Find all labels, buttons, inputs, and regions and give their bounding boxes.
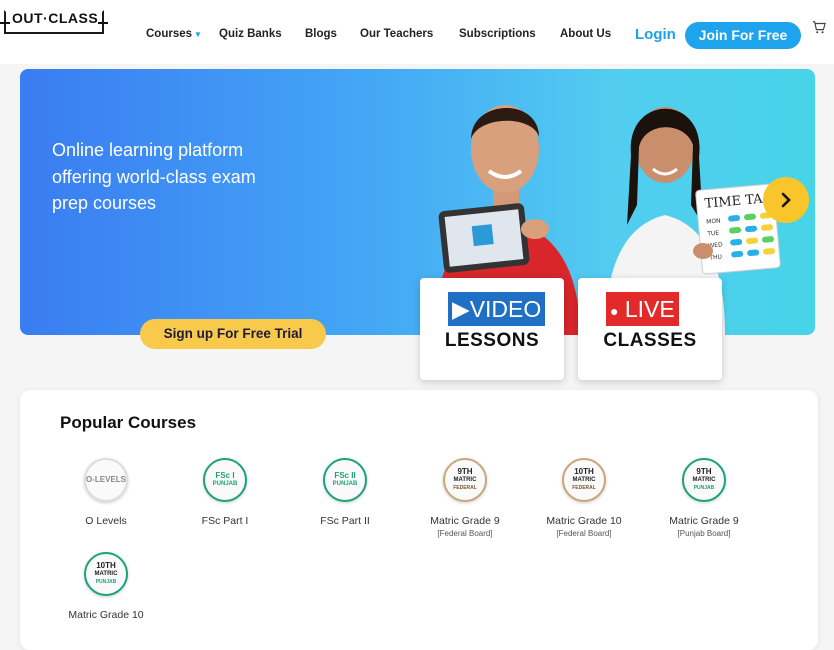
video-lessons-card[interactable]: ▶VIDEO LESSONS — [420, 278, 564, 380]
timetable-day-mon: MON — [706, 217, 721, 225]
cart-icon[interactable] — [812, 20, 826, 34]
matric-9-punjab-badge-icon: 9TH MATRIC PUNJAB — [682, 458, 726, 502]
course-o-levels[interactable]: O-LEVELS O Levels — [46, 458, 166, 527]
join-for-free-button[interactable]: Join For Free — [685, 22, 801, 49]
course-matric-10-federal[interactable]: 10TH MATRIC FEDERAL Matric Grade 10 [Fed… — [524, 458, 644, 538]
nav-our-teachers[interactable]: Our Teachers — [360, 28, 433, 40]
course-matric-9-federal[interactable]: 9TH MATRIC FEDERAL Matric Grade 9 [Feder… — [405, 458, 525, 538]
live-label: ● LIVE — [606, 292, 679, 326]
chevron-right-icon — [781, 192, 791, 208]
nav-blogs[interactable]: Blogs — [305, 28, 337, 40]
fsc-1-badge-icon: FSc I PUNJAB — [203, 458, 247, 502]
matric-10-punjab-badge-icon: 10TH MATRIC PUNJAB — [84, 552, 128, 596]
nav-about-us[interactable]: About Us — [560, 28, 611, 40]
course-fsc-part-2[interactable]: FSc II PUNJAB FSc Part II — [285, 458, 405, 527]
caret-down-icon: ▼ — [194, 30, 202, 39]
classes-label: CLASSES — [603, 330, 697, 351]
popular-courses-section: Popular Courses O-LEVELS O Levels FSc I … — [20, 390, 818, 650]
nav-quiz-banks[interactable]: Quiz Banks — [219, 28, 282, 40]
fsc-2-badge-icon: FSc II PUNJAB — [323, 458, 367, 502]
course-matric-10-punjab[interactable]: 10TH MATRIC PUNJAB Matric Grade 10 — [46, 552, 166, 621]
live-classes-card[interactable]: ● LIVE CLASSES — [578, 278, 722, 380]
timetable-day-tue: TUE — [706, 230, 720, 238]
top-navbar: OUT·CLASS Courses ▼ Quiz Banks Blogs Our … — [0, 0, 834, 64]
signup-free-trial-button[interactable]: Sign up For Free Trial — [140, 319, 326, 349]
hero-tagline: Online learning platform offering world-… — [52, 140, 256, 213]
logo-text: OUT·CLASS — [12, 10, 99, 26]
nav-courses[interactable]: Courses ▼ — [146, 28, 202, 40]
course-fsc-part-1[interactable]: FSc I PUNJAB FSc Part I — [165, 458, 285, 527]
popular-courses-title: Popular Courses — [60, 413, 197, 432]
video-label: ▶VIDEO — [448, 292, 546, 326]
matric-10-federal-badge-icon: 10TH MATRIC FEDERAL — [562, 458, 606, 502]
login-link[interactable]: Login — [635, 26, 676, 43]
course-matric-9-punjab[interactable]: 9TH MATRIC PUNJAB Matric Grade 9 [Punjab… — [644, 458, 764, 538]
carousel-next-button[interactable] — [763, 177, 809, 223]
outclass-logo[interactable]: OUT·CLASS — [0, 8, 108, 36]
play-icon: ▶ — [452, 296, 470, 322]
lessons-label: LESSONS — [444, 330, 540, 351]
nav-subscriptions[interactable]: Subscriptions — [459, 28, 536, 40]
live-dot-icon: ● — [610, 302, 619, 319]
matric-9-federal-badge-icon: 9TH MATRIC FEDERAL — [443, 458, 487, 502]
o-levels-badge-icon: O-LEVELS — [84, 458, 128, 502]
